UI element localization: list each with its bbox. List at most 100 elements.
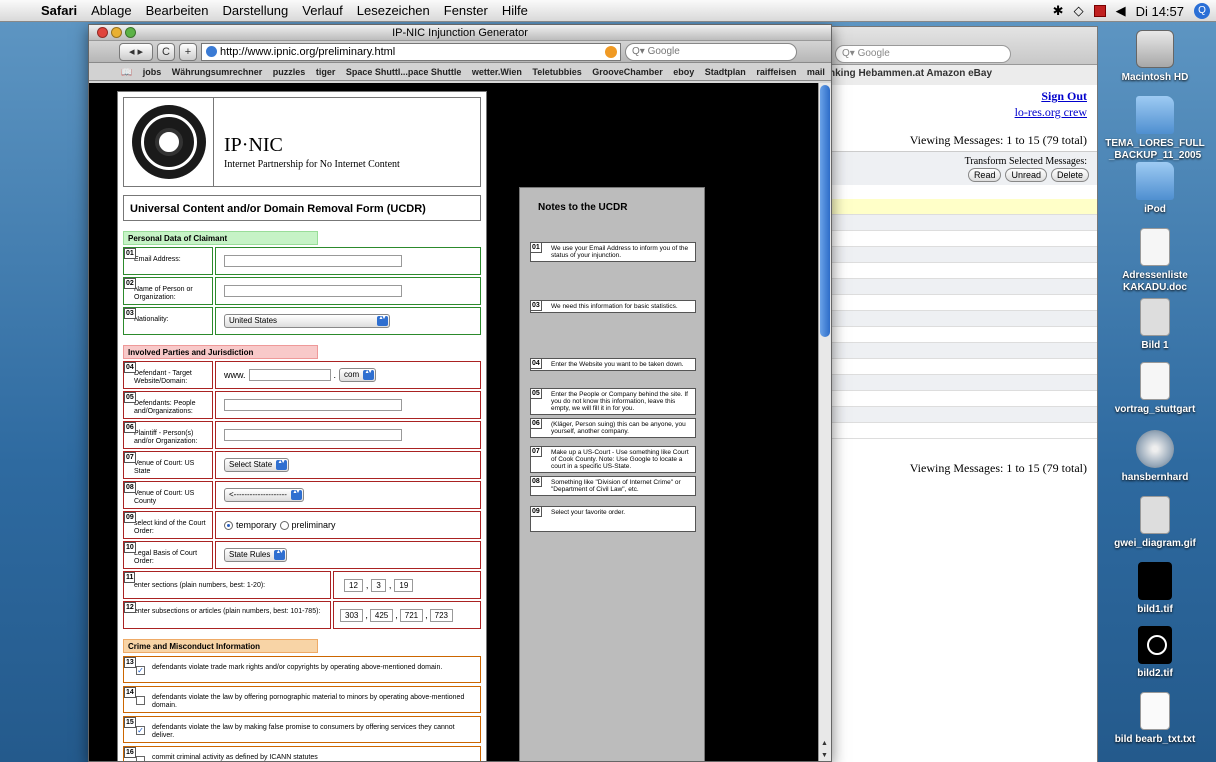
menu-bearbeiten[interactable]: Bearbeiten [139,3,216,18]
crime-checkbox[interactable] [136,756,145,761]
subsection-input[interactable]: 723 [429,608,453,622]
airport-icon[interactable]: ◇ [1074,3,1084,19]
vertical-scrollbar[interactable]: ▲ ▼ [818,83,831,761]
bluetooth-icon[interactable]: ✱ [1053,3,1064,19]
desktop-icon-bild1-tif[interactable]: bild1.tif [1100,562,1210,616]
window-titlebar[interactable]: IP-NIC Injunction Generator [89,25,831,41]
bookmarks-book-icon[interactable]: 📖 [121,67,132,77]
crime-checkbox[interactable]: ✓ [136,726,145,735]
menu-hilfe[interactable]: Hilfe [495,3,535,18]
bookmark-item[interactable]: Teletubbies [532,67,581,77]
defendants-field[interactable] [224,399,402,411]
address-bar[interactable]: http://www.ipnic.org/preliminary.html [201,42,621,61]
google-search-field[interactable]: Q▾ Google [625,42,797,61]
domain-field[interactable] [248,369,331,381]
desktop-icon-adressenliste[interactable]: Adressenliste KAKADU.doc [1100,228,1210,294]
name-field[interactable] [224,285,402,297]
menu-ablage[interactable]: Ablage [84,3,138,18]
menu-app[interactable]: Safari [34,3,84,18]
legal-basis-select[interactable]: State Rules [224,548,288,562]
menubar-extras: ✱ ◇ ◀ Di 14:57 Q [1053,0,1210,22]
desktop-icon-bild-bearb-txt[interactable]: bild bearb_txt.txt [1100,692,1210,746]
bookmark-item[interactable]: tiger [316,67,336,77]
section-input[interactable]: 19 [394,578,414,592]
plaintiff-field[interactable] [224,429,402,441]
background-search-field[interactable]: Q▾ Google [835,45,1011,63]
message-row[interactable] [829,263,1097,279]
bookmarks-bar: 📖 jobs Währungsumrechner puzzles tiger S… [89,63,831,81]
message-row[interactable] [829,391,1097,407]
state-select[interactable]: Select State [224,458,290,472]
bookmark-item[interactable]: raiffeisen [756,67,796,77]
scroll-up-arrow-icon[interactable]: ▲ [821,740,829,747]
message-row[interactable] [829,407,1097,423]
reload-button[interactable]: C [157,42,175,61]
message-row[interactable] [829,375,1097,391]
desktop-icon-macintosh-hd[interactable]: Macintosh HD [1100,30,1210,84]
preliminary-radio[interactable] [279,520,289,530]
county-select[interactable]: <-------------------- [224,488,304,502]
message-row[interactable] [829,279,1097,295]
bookmark-item[interactable]: jobs [143,67,162,77]
message-row[interactable] [829,215,1097,231]
sign-out-link[interactable]: Sign Out [1041,89,1087,104]
bookmark-item[interactable]: eboy [673,67,694,77]
desktop-icon-bild1[interactable]: Bild 1 [1100,298,1210,352]
subsection-input[interactable]: 303 [340,608,364,622]
message-row[interactable] [829,247,1097,263]
desktop-icon-bild2-tif[interactable]: bild2.tif [1100,626,1210,680]
add-bookmark-button[interactable]: + [179,42,197,61]
zoom-window-button[interactable] [125,27,136,38]
desktop-icon-backup[interactable]: TEMA_LORES_FULL_BACKUP_11_2005 [1100,96,1210,162]
desktop-icon-vortrag[interactable]: vortrag_stuttgart [1100,362,1210,416]
background-bookmarks-bar[interactable]: nking Hebammen.at Amazon eBay [829,65,1097,83]
subsection-input[interactable]: 425 [369,608,394,622]
bookmark-item[interactable]: Währungsumrechner [172,67,263,77]
scrollbar-thumb[interactable] [820,85,830,337]
message-row[interactable] [829,423,1097,439]
section-input[interactable]: 12 [344,578,363,592]
section-input[interactable]: 3 [371,578,386,592]
tld-select[interactable]: com [339,368,377,382]
menu-fenster[interactable]: Fenster [437,3,495,18]
unread-button[interactable]: Unread [1005,168,1047,182]
menubar-clock[interactable]: Di 14:57 [1136,4,1184,19]
snapback-icon[interactable] [605,45,617,58]
desktop-icon-ipod[interactable]: iPod [1100,162,1210,216]
bookmark-item[interactable]: Stadtplan [705,67,746,77]
nationality-select[interactable]: United States [224,314,390,328]
message-row[interactable] [829,199,1097,215]
close-window-button[interactable] [97,27,108,38]
message-row[interactable] [829,231,1097,247]
read-button[interactable]: Read [967,168,1002,182]
minimize-window-button[interactable] [111,27,122,38]
back-forward-button[interactable]: ◂ ▸ [119,42,153,61]
volume-icon[interactable]: ◀ [1116,3,1126,19]
scroll-down-arrow-icon[interactable]: ▼ [821,752,829,759]
message-row[interactable] [829,359,1097,375]
message-row[interactable] [829,311,1097,327]
bookmark-item[interactable]: wetter.Wien [472,67,522,77]
menu-darstellung[interactable]: Darstellung [216,3,296,18]
crime-checkbox[interactable] [136,696,145,705]
menu-lesezeichen[interactable]: Lesezeichen [350,3,437,18]
desktop-icon-hansbernhard[interactable]: hansbernhard [1100,430,1210,484]
desktop-icon-gwei-diagram[interactable]: gwei_diagram.gif [1100,496,1210,550]
input-menu-icon[interactable] [1093,5,1106,17]
spotlight-icon[interactable]: Q [1194,3,1210,19]
bookmark-item[interactable]: mail [807,67,825,77]
message-row[interactable] [829,343,1097,359]
bookmark-item[interactable]: GrooveChamber [592,67,663,77]
bookmark-item[interactable]: puzzles [273,67,306,77]
menu-verlauf[interactable]: Verlauf [295,3,349,18]
note-item: 04 Enter the Website you want to be taken… [530,358,696,371]
delete-button[interactable]: Delete [1050,168,1089,182]
temporary-radio[interactable] [224,520,233,530]
crew-link[interactable]: lo-res.org crew [1015,105,1087,120]
email-field[interactable] [224,255,402,267]
message-row[interactable] [829,327,1097,343]
crime-checkbox[interactable]: ✓ [136,666,145,675]
subsection-input[interactable]: 721 [399,608,424,622]
message-row[interactable] [829,295,1097,311]
bookmark-item[interactable]: Space Shuttl...pace Shuttle [346,67,462,77]
